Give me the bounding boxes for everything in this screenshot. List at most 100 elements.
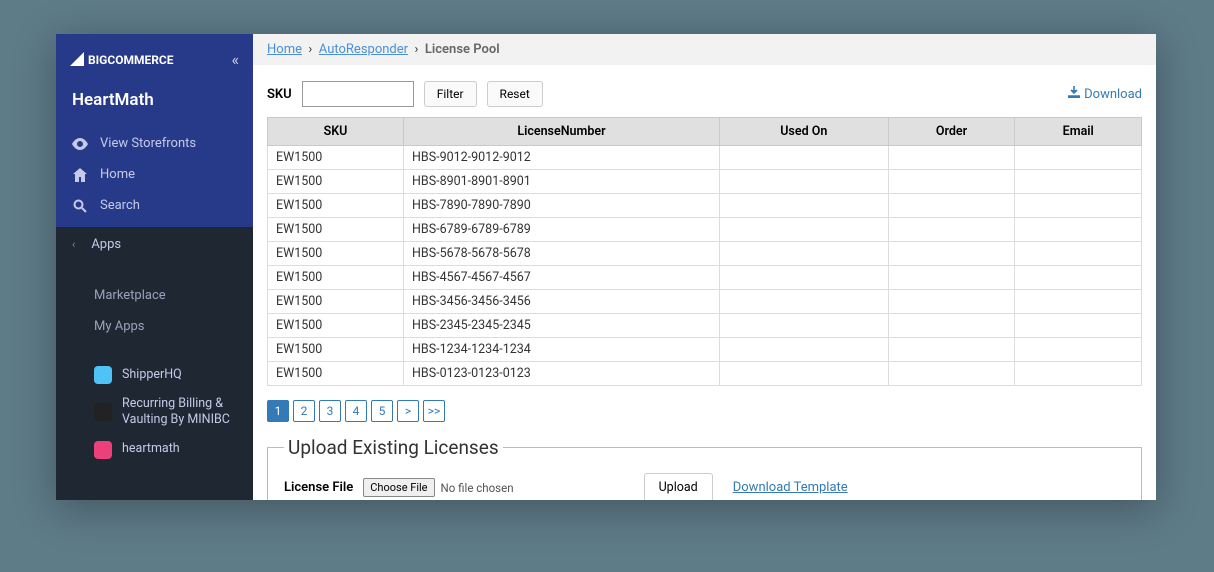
- cell-license: HBS-7890-7890-7890: [404, 194, 720, 218]
- main-content: Home › AutoResponder › License Pool SKU …: [253, 34, 1156, 500]
- cell-sku: EW1500: [268, 242, 404, 266]
- cell-email: [1015, 266, 1142, 290]
- page-3[interactable]: 3: [319, 400, 341, 422]
- file-label: License File: [284, 480, 353, 495]
- sku-input[interactable]: [302, 81, 414, 107]
- download-icon: [1068, 86, 1080, 102]
- upload-row: License File Choose File No file chosen …: [284, 473, 1125, 500]
- table-row: EW1500HBS-1234-1234-1234: [268, 338, 1142, 362]
- cell-license: HBS-0123-0123-0123: [404, 362, 720, 386]
- nav-view-storefronts[interactable]: View Storefronts: [56, 128, 253, 159]
- app-label: ShipperHQ: [122, 367, 182, 383]
- cell-sku: EW1500: [268, 290, 404, 314]
- upload-button[interactable]: Upload: [644, 473, 713, 500]
- table-row: EW1500HBS-8901-8901-8901: [268, 170, 1142, 194]
- table-row: EW1500HBS-0123-0123-0123: [268, 362, 1142, 386]
- app-item-1[interactable]: Recurring Billing & Vaulting By MINIBC: [56, 390, 253, 435]
- cell-sku: EW1500: [268, 338, 404, 362]
- cell-order: [888, 338, 1015, 362]
- bigcommerce-logo: BIGCOMMERCE: [70, 48, 190, 70]
- cell-license: HBS-1234-1234-1234: [404, 338, 720, 362]
- cell-sku: EW1500: [268, 314, 404, 338]
- page-4[interactable]: 4: [345, 400, 367, 422]
- breadcrumb-autoresponder[interactable]: AutoResponder: [319, 42, 408, 57]
- cell-order: [888, 362, 1015, 386]
- nav-search[interactable]: Search: [56, 190, 253, 221]
- download-template-link[interactable]: Download Template: [733, 480, 848, 495]
- nav-marketplace[interactable]: Marketplace: [56, 280, 253, 311]
- cell-order: [888, 146, 1015, 170]
- page->>[interactable]: >>: [423, 400, 445, 422]
- nav-apps[interactable]: ‹ Apps: [56, 227, 253, 262]
- table-row: EW1500HBS-5678-5678-5678: [268, 242, 1142, 266]
- table-row: EW1500HBS-3456-3456-3456: [268, 290, 1142, 314]
- nav-label: View Storefronts: [100, 136, 196, 151]
- page-1[interactable]: 1: [267, 400, 289, 422]
- app-label: Recurring Billing & Vaulting By MINIBC: [122, 396, 237, 429]
- col-order: Order: [888, 118, 1015, 146]
- table-row: EW1500HBS-4567-4567-4567: [268, 266, 1142, 290]
- upload-legend: Upload Existing Licenses: [284, 436, 503, 459]
- app-icon: [94, 403, 112, 421]
- filter-button[interactable]: Filter: [424, 81, 477, 107]
- filter-toolbar: SKU Filter Reset Download: [253, 65, 1156, 117]
- page->[interactable]: >: [397, 400, 419, 422]
- col-used on: Used On: [720, 118, 889, 146]
- eye-icon: [72, 138, 88, 150]
- sidebar: BIGCOMMERCE « HeartMath View Storefronts…: [56, 34, 253, 500]
- cell-email: [1015, 218, 1142, 242]
- nav-home[interactable]: Home: [56, 159, 253, 190]
- nav-label: Search: [100, 198, 140, 213]
- download-link[interactable]: Download: [1068, 86, 1142, 102]
- cell-used_on: [720, 218, 889, 242]
- app-item-0[interactable]: ShipperHQ: [56, 360, 253, 390]
- page-2[interactable]: 2: [293, 400, 315, 422]
- cell-sku: EW1500: [268, 146, 404, 170]
- cell-license: HBS-5678-5678-5678: [404, 242, 720, 266]
- cell-email: [1015, 242, 1142, 266]
- sidebar-collapse-icon[interactable]: «: [231, 50, 239, 69]
- cell-sku: EW1500: [268, 218, 404, 242]
- sku-label: SKU: [267, 87, 292, 102]
- cell-order: [888, 266, 1015, 290]
- cell-order: [888, 314, 1015, 338]
- cell-license: HBS-3456-3456-3456: [404, 290, 720, 314]
- cell-used_on: [720, 146, 889, 170]
- cell-email: [1015, 194, 1142, 218]
- cell-used_on: [720, 266, 889, 290]
- cell-license: HBS-2345-2345-2345: [404, 314, 720, 338]
- app-item-2[interactable]: heartmath: [56, 435, 253, 465]
- cell-sku: EW1500: [268, 266, 404, 290]
- choose-file-button[interactable]: Choose File: [363, 478, 434, 497]
- app-icon: [94, 366, 112, 384]
- chevron-left-icon: ‹: [72, 238, 75, 251]
- cell-email: [1015, 314, 1142, 338]
- breadcrumb-home[interactable]: Home: [267, 42, 302, 57]
- col-licensenumber: LicenseNumber: [404, 118, 720, 146]
- cell-used_on: [720, 338, 889, 362]
- app-label: heartmath: [122, 441, 180, 457]
- svg-text:BIGCOMMERCE: BIGCOMMERCE: [88, 53, 174, 67]
- table-row: EW1500HBS-6789-6789-6789: [268, 218, 1142, 242]
- reset-button[interactable]: Reset: [487, 81, 543, 107]
- cell-order: [888, 170, 1015, 194]
- breadcrumb: Home › AutoResponder › License Pool: [253, 34, 1156, 65]
- cell-license: HBS-4567-4567-4567: [404, 266, 720, 290]
- col-email: Email: [1015, 118, 1142, 146]
- cell-order: [888, 242, 1015, 266]
- cell-used_on: [720, 194, 889, 218]
- cell-email: [1015, 338, 1142, 362]
- cell-email: [1015, 146, 1142, 170]
- license-table: SKULicenseNumberUsed OnOrderEmail EW1500…: [267, 117, 1142, 386]
- nav-my-apps[interactable]: My Apps: [56, 311, 253, 342]
- page-5[interactable]: 5: [371, 400, 393, 422]
- download-label: Download: [1084, 87, 1142, 102]
- cell-license: HBS-8901-8901-8901: [404, 170, 720, 194]
- cell-used_on: [720, 170, 889, 194]
- cell-email: [1015, 362, 1142, 386]
- apps-section: ‹ Apps Marketplace My Apps ShipperHQ Recu…: [56, 227, 253, 500]
- search-icon: [72, 199, 88, 213]
- cell-sku: EW1500: [268, 362, 404, 386]
- cell-sku: EW1500: [268, 170, 404, 194]
- pagination: 12345>>>: [253, 386, 1156, 436]
